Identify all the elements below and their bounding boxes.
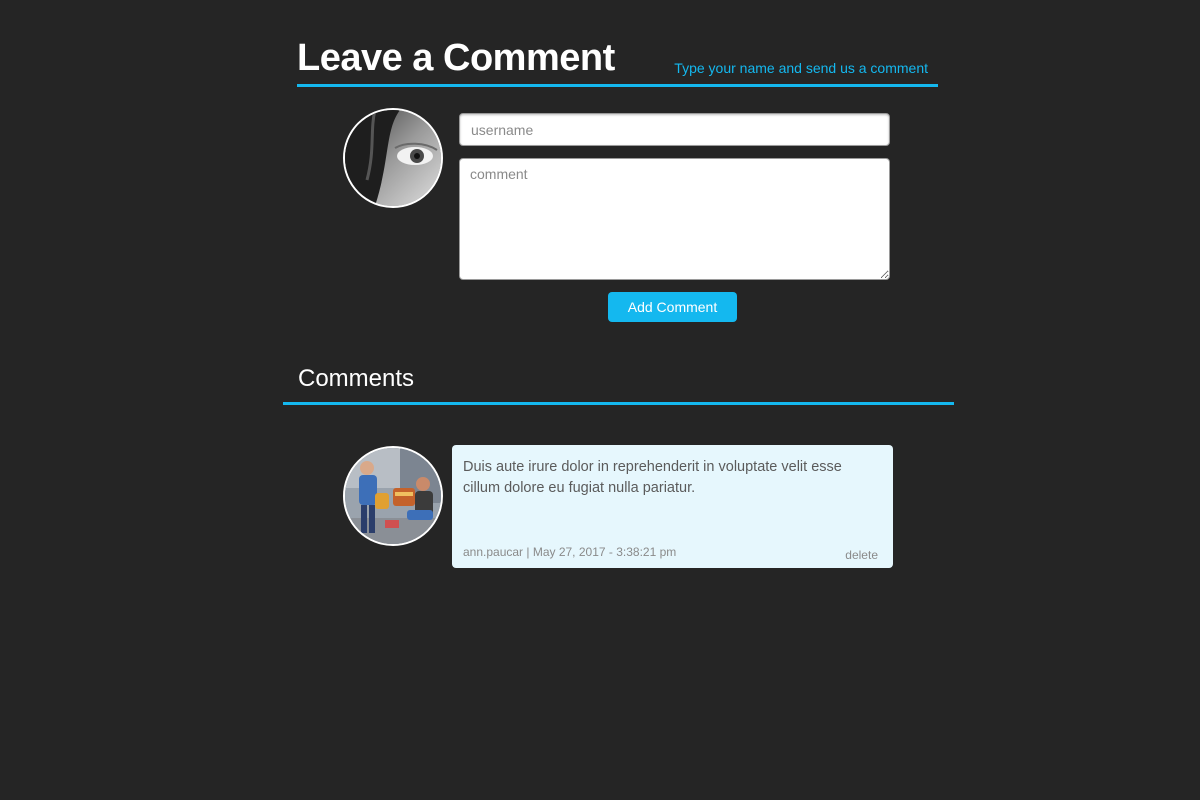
comment-text: Duis aute irure dolor in reprehenderit i… [463, 459, 842, 496]
user-avatar [343, 108, 443, 208]
comment-avatar [343, 446, 443, 546]
comments-header: Comments [283, 360, 954, 405]
add-comment-button[interactable]: Add Comment [608, 292, 737, 322]
avatar-icon [345, 110, 441, 206]
avatar-icon [345, 448, 441, 544]
form-subtitle: Type your name and send us a comment [674, 60, 928, 76]
comment-page: Leave a Comment Type your name and send … [0, 0, 1200, 800]
comments-title: Comments [298, 365, 415, 392]
leave-comment-header: Leave a Comment Type your name and send … [297, 36, 938, 87]
comment-textarea[interactable] [459, 158, 890, 280]
page-title: Leave a Comment [297, 37, 615, 79]
delete-comment-link[interactable]: delete [845, 548, 878, 562]
comment-meta: ann.paucar | May 27, 2017 - 3:38:21 pm [463, 545, 677, 559]
comment-card: Duis aute irure dolor in reprehenderit i… [452, 445, 893, 568]
username-input[interactable] [459, 113, 890, 146]
